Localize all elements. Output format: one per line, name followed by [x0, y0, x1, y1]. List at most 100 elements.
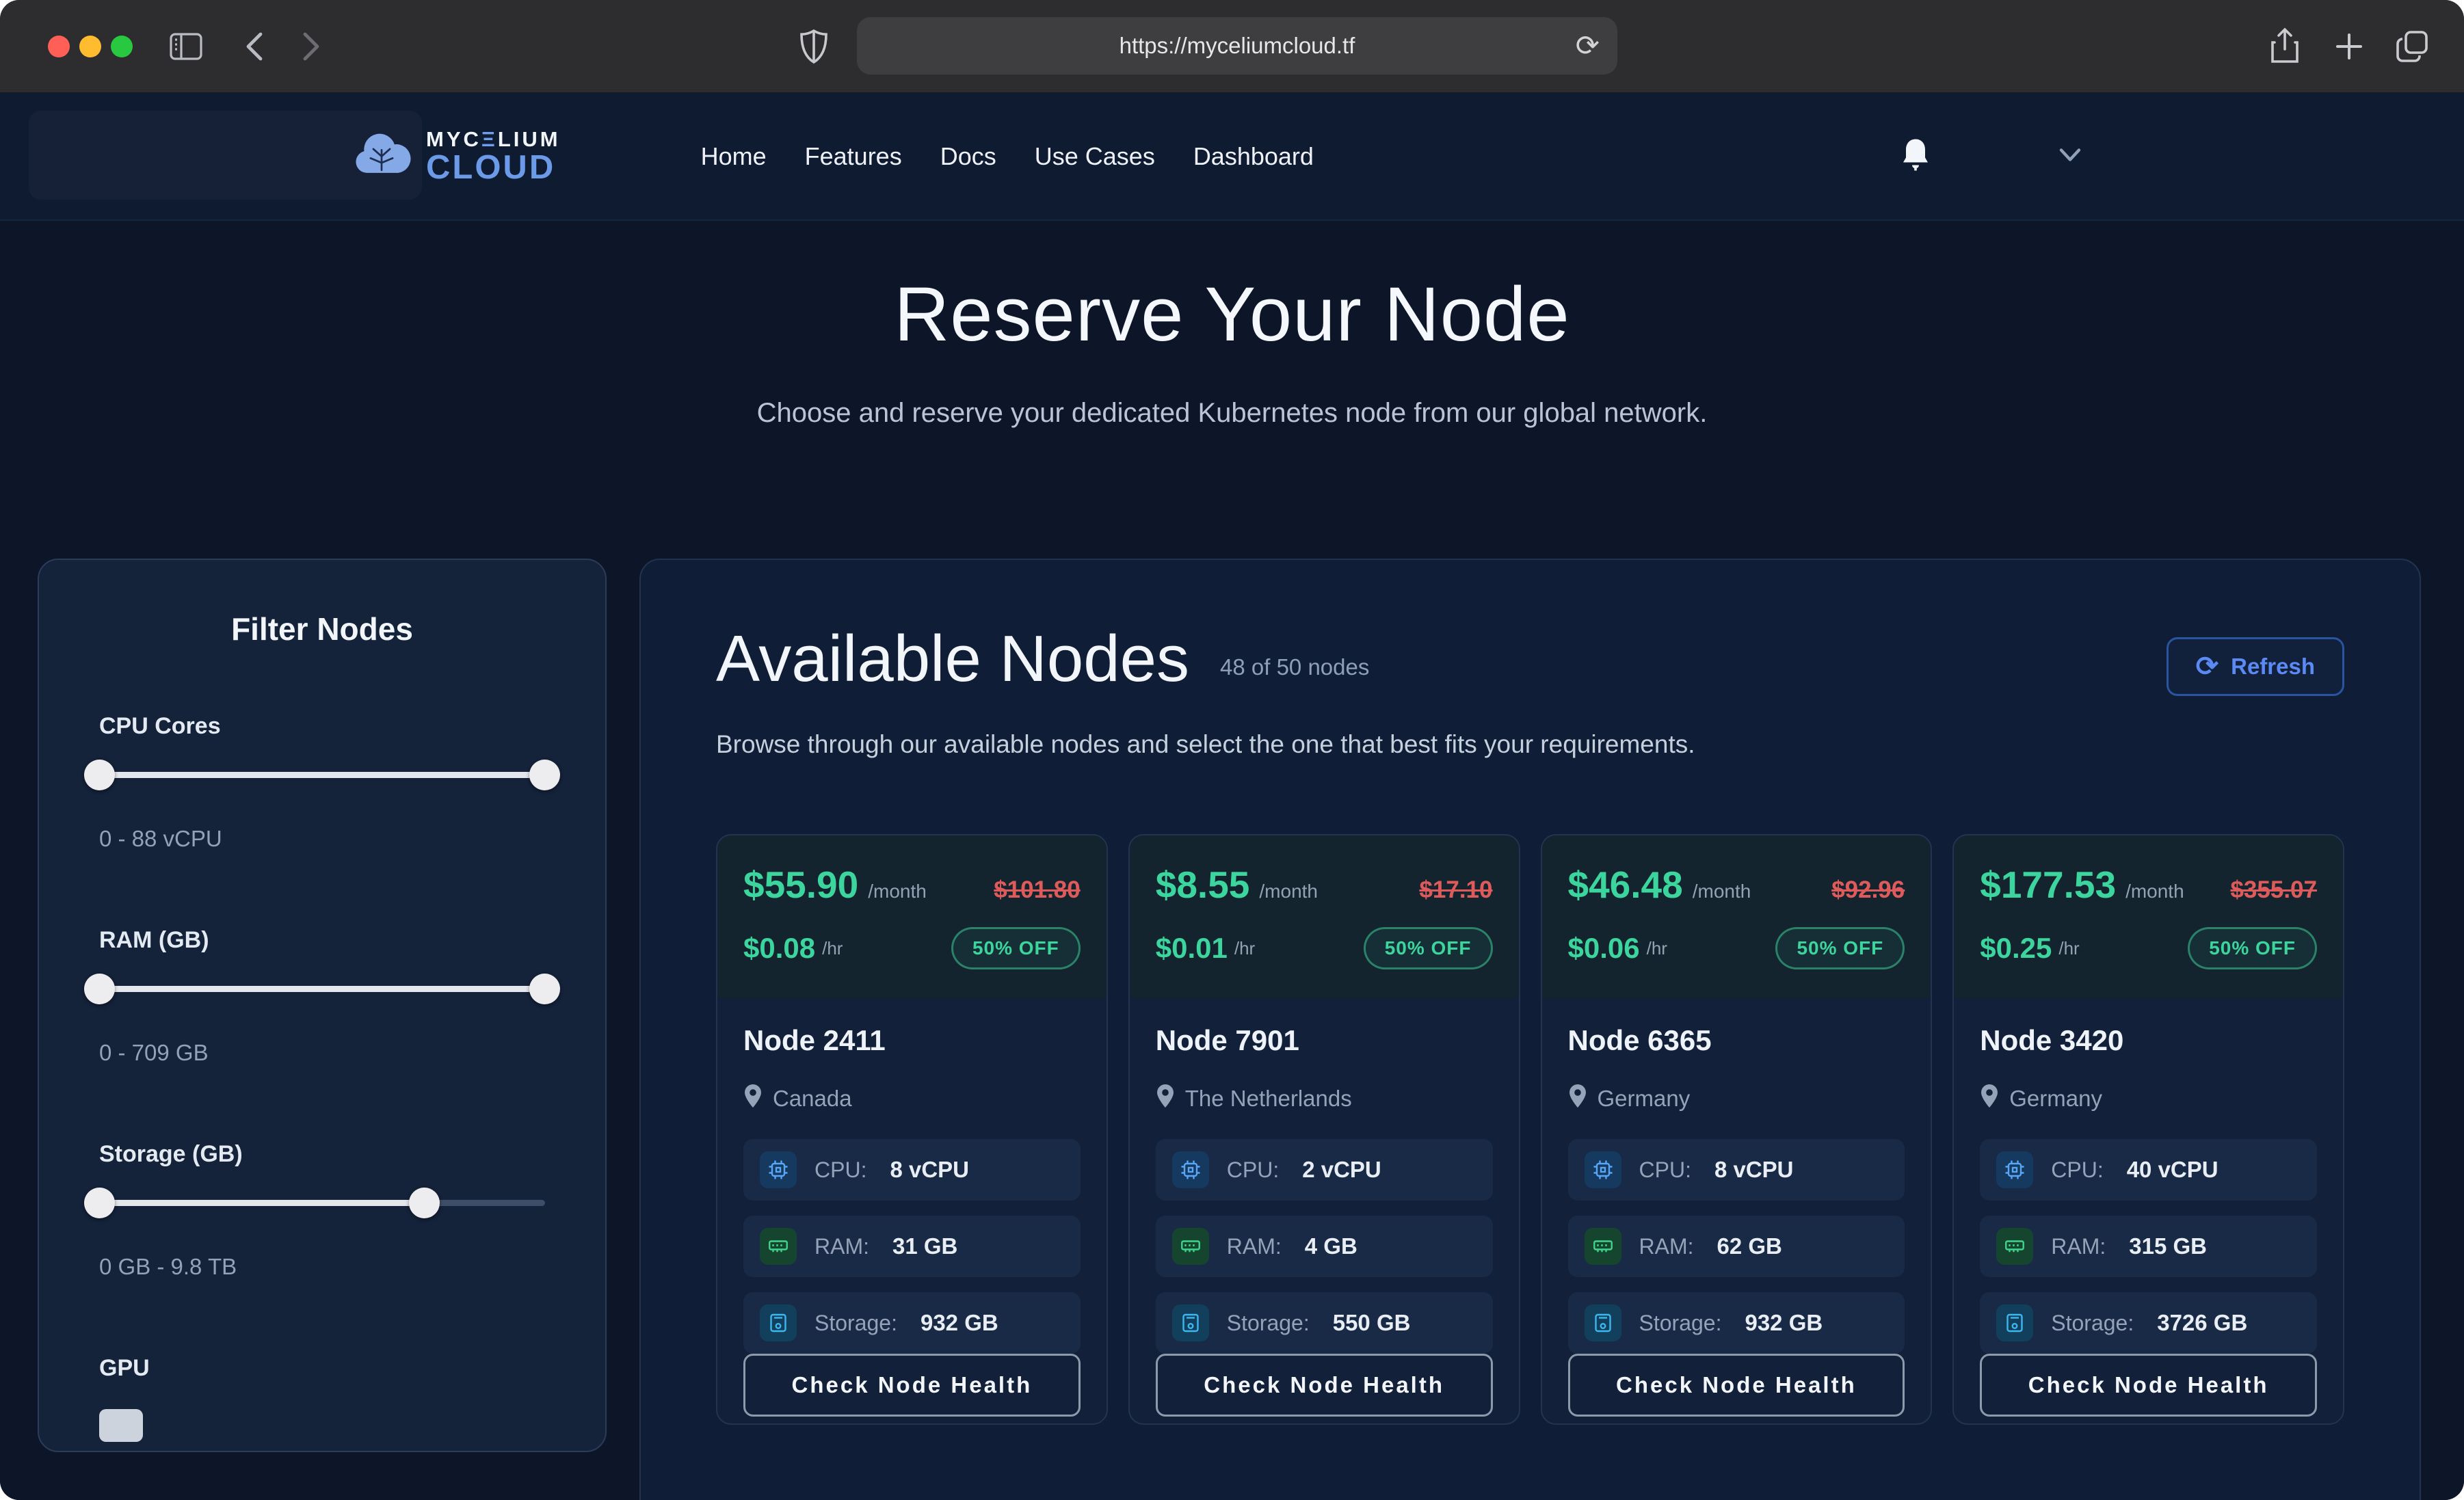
discount-badge: 50% OFF — [1775, 927, 1905, 969]
price-header: $177.53 /month $355.07 $0.25 /hr 50% OFF — [1954, 835, 2343, 998]
brand-post: LIUM — [498, 127, 561, 151]
nav-links: Home Features Docs Use Cases Dashboard — [701, 142, 1314, 171]
cpu-spec-label: CPU: — [2051, 1157, 2103, 1183]
original-price: $101.80 — [994, 876, 1081, 904]
cpu-spec-row: CPU: 8 vCPU — [743, 1139, 1081, 1201]
available-nodes-panel: Available Nodes 48 of 50 nodes ⟳ Refresh… — [639, 559, 2421, 1500]
refresh-icon: ⟳ — [2196, 653, 2219, 680]
storage-spec-value: 932 GB — [1745, 1310, 1823, 1336]
reload-icon[interactable]: ⟳ — [1576, 31, 1600, 60]
nav-link-features[interactable]: Features — [805, 142, 902, 171]
nav-link-docs[interactable]: Docs — [940, 142, 996, 171]
node-card[interactable]: $46.48 /month $92.96 $0.06 /hr 50% OFF — [1541, 834, 1933, 1425]
share-icon[interactable] — [2269, 0, 2301, 92]
check-node-health-button[interactable]: Check Node Health — [1980, 1354, 2317, 1417]
browser-chrome: https://myceliumcloud.tf ⟳ — [0, 0, 2464, 93]
node-name: Node 2411 — [743, 1024, 1081, 1057]
cpu-icon — [1996, 1151, 2033, 1188]
user-menu-chevron-down-icon[interactable] — [2058, 147, 2082, 165]
spec-list: CPU: 8 vCPU RAM: 62 GB — [1568, 1139, 1905, 1354]
cpu-cores-range-text: 0 - 88 vCPU — [99, 826, 545, 852]
cpu-cores-slider[interactable] — [99, 759, 545, 790]
node-location: Germany — [2009, 1086, 2102, 1112]
monthly-price: $55.90 — [743, 863, 858, 907]
new-tab-icon[interactable] — [2333, 0, 2365, 92]
storage-spec-row: Storage: 932 GB — [1568, 1292, 1905, 1354]
brand-mid: Ξ — [481, 127, 498, 151]
location-pin-icon — [1568, 1084, 1587, 1113]
node-location: Canada — [773, 1086, 852, 1112]
nodes-panel-header: Available Nodes 48 of 50 nodes ⟳ Refresh — [716, 625, 2344, 696]
cpu-spec-value: 8 vCPU — [890, 1157, 969, 1183]
page-viewport: MYCΞLIUM CLOUD Home Features Docs Use Ca… — [0, 93, 2464, 1500]
gpu-checkbox[interactable] — [99, 1409, 143, 1442]
nav-link-dashboard[interactable]: Dashboard — [1193, 142, 1314, 171]
tab-overview-icon[interactable] — [2395, 0, 2429, 92]
monthly-price: $177.53 — [1980, 863, 2116, 907]
cpu-spec-value: 8 vCPU — [1714, 1157, 1794, 1183]
location-pin-icon — [1156, 1084, 1175, 1113]
ram-icon — [1996, 1228, 2033, 1265]
hourly-price: $0.08 — [743, 932, 815, 965]
site-navbar: MYCΞLIUM CLOUD Home Features Docs Use Ca… — [0, 93, 2464, 221]
node-card-body: Node 7901 The Netherlands CPU: 2 vCPU — [1130, 998, 1519, 1425]
cpu-spec-row: CPU: 8 vCPU — [1568, 1139, 1905, 1201]
minimize-window-button[interactable] — [79, 36, 101, 57]
storage-icon — [760, 1304, 797, 1341]
ram-slider[interactable] — [99, 973, 545, 1004]
original-price: $17.10 — [1419, 876, 1492, 904]
nav-link-use-cases[interactable]: Use Cases — [1035, 142, 1155, 171]
cpu-spec-label: CPU: — [814, 1157, 866, 1183]
storage-icon — [1996, 1304, 2033, 1341]
storage-slider[interactable] — [99, 1187, 545, 1218]
ram-slider-max-handle[interactable] — [529, 974, 560, 1004]
close-window-button[interactable] — [48, 36, 70, 57]
location-pin-icon — [743, 1084, 763, 1113]
storage-slider-max-handle[interactable] — [409, 1188, 440, 1218]
check-node-health-button[interactable]: Check Node Health — [743, 1354, 1081, 1417]
ram-spec-row: RAM: 62 GB — [1568, 1216, 1905, 1277]
nav-link-home[interactable]: Home — [701, 142, 767, 171]
nodes-panel-description: Browse through our available nodes and s… — [716, 730, 2344, 759]
ram-slider-min-handle[interactable] — [84, 974, 115, 1004]
ram-spec-row: RAM: 4 GB — [1156, 1216, 1493, 1277]
ram-icon — [760, 1228, 797, 1265]
storage-range-text: 0 GB - 9.8 TB — [99, 1254, 545, 1280]
cpu-slider-max-handle[interactable] — [529, 760, 560, 790]
node-location: The Netherlands — [1185, 1086, 1352, 1112]
hourly-price: $0.01 — [1156, 932, 1228, 965]
ram-label: RAM (GB) — [99, 927, 545, 954]
node-card-body: Node 2411 Canada CPU: 8 vCPU — [717, 998, 1107, 1425]
node-name: Node 3420 — [1980, 1024, 2317, 1057]
slider-range-fill — [99, 1200, 425, 1206]
storage-spec-label: Storage: — [2051, 1311, 2134, 1336]
back-button-icon[interactable] — [243, 0, 266, 92]
cpu-spec-row: CPU: 40 vCPU — [1980, 1139, 2317, 1201]
hourly-price: $0.06 — [1568, 932, 1640, 965]
forward-button-icon[interactable] — [300, 0, 323, 92]
check-node-health-button[interactable]: Check Node Health — [1568, 1354, 1905, 1417]
discount-badge: 50% OFF — [2188, 927, 2317, 969]
node-card[interactable]: $55.90 /month $101.80 $0.08 /hr 50% OFF — [716, 834, 1108, 1425]
cpu-slider-min-handle[interactable] — [84, 760, 115, 790]
node-card[interactable]: $177.53 /month $355.07 $0.25 /hr 50% OFF — [1952, 834, 2344, 1425]
ram-spec-value: 4 GB — [1305, 1233, 1357, 1259]
zoom-window-button[interactable] — [111, 36, 133, 57]
storage-label: Storage (GB) — [99, 1141, 545, 1168]
storage-slider-min-handle[interactable] — [84, 1188, 115, 1218]
ram-spec-label: RAM: — [1639, 1234, 1694, 1259]
refresh-button[interactable]: ⟳ Refresh — [2167, 637, 2344, 696]
hourly-unit: /hr — [822, 938, 843, 959]
sidebar-toggle-icon[interactable] — [170, 0, 202, 92]
node-card[interactable]: $8.55 /month $17.10 $0.01 /hr 50% OFF — [1128, 834, 1520, 1425]
nodes-count-text: 48 of 50 nodes — [1220, 654, 1369, 680]
address-bar[interactable]: https://myceliumcloud.tf ⟳ — [857, 17, 1617, 75]
spec-list: CPU: 8 vCPU RAM: 31 GB — [743, 1139, 1081, 1354]
check-node-health-button[interactable]: Check Node Health — [1156, 1354, 1493, 1417]
storage-spec-value: 3726 GB — [2157, 1310, 2247, 1336]
privacy-shield-icon[interactable] — [799, 0, 829, 92]
monthly-unit: /month — [1259, 881, 1318, 902]
notifications-bell-icon[interactable] — [1900, 137, 1931, 176]
cpu-icon — [1172, 1151, 1209, 1188]
cpu-spec-value: 40 vCPU — [2127, 1157, 2218, 1183]
